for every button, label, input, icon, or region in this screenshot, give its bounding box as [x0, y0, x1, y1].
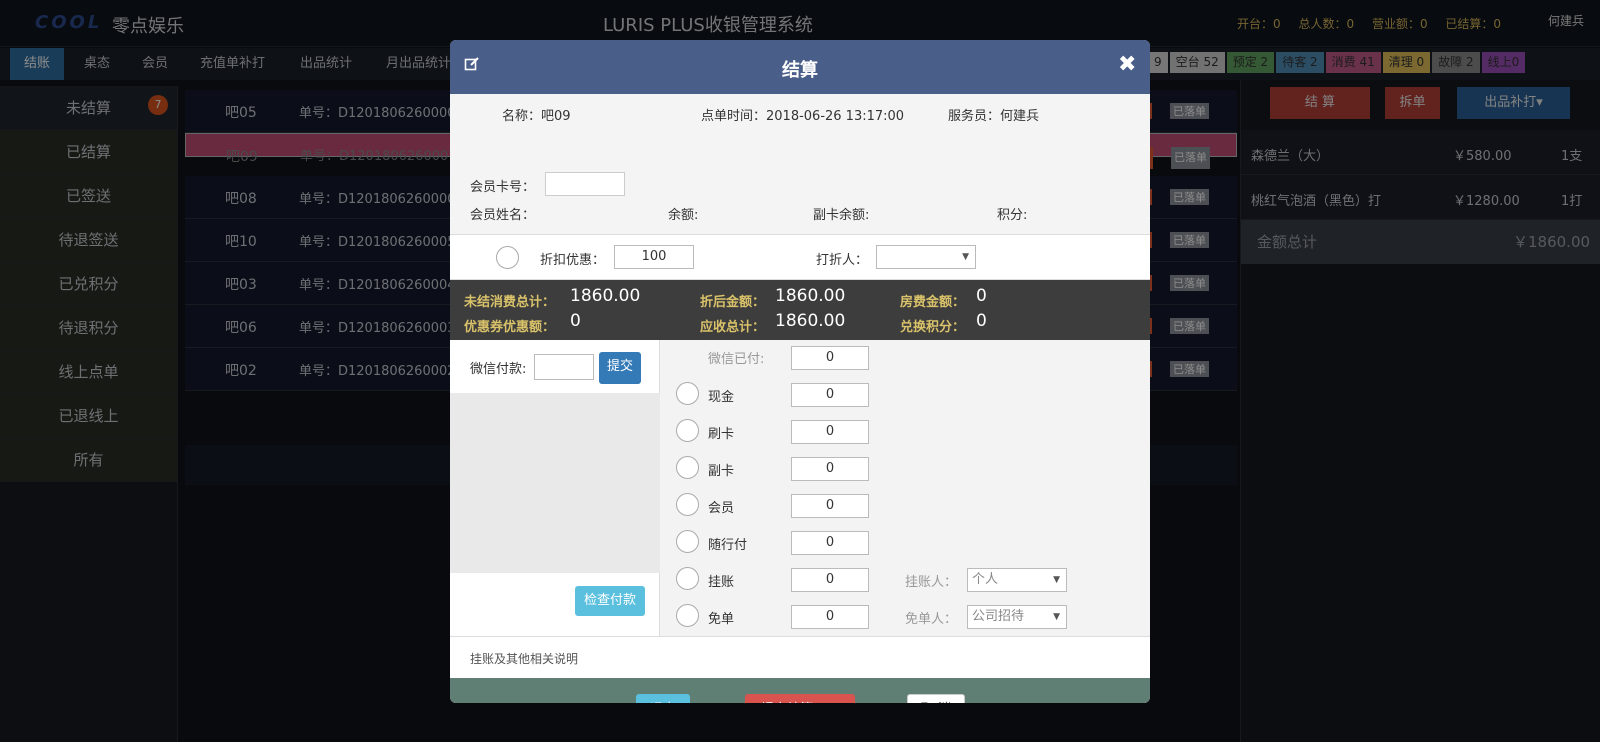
credit-person-label: 挂账人： — [905, 575, 958, 590]
modal-title: 结算 — [782, 60, 818, 81]
discounted-amount-value: 1860.00 — [775, 286, 846, 306]
coupon-discount-value: 0 — [570, 311, 581, 331]
balance-label: 余额: — [668, 208, 699, 223]
member-card-input[interactable] — [545, 172, 625, 196]
free-radio[interactable] — [676, 604, 699, 627]
member-card-label: 会员卡号： — [470, 180, 536, 195]
redeem-points-value: 0 — [976, 311, 987, 331]
chevron-down-icon: ▼ — [1053, 612, 1060, 622]
credit-person-select[interactable]: 个人 ▼ — [967, 568, 1067, 592]
remark-area[interactable]: 挂账及其他相关说明 — [450, 636, 1150, 678]
cash-radio[interactable] — [676, 382, 699, 405]
summary-panel: 未结消费总计： 1860.00 折后金额： 1860.00 房费金额： 0 优惠… — [450, 280, 1150, 340]
waiter-name: 服务员：何建兵 — [948, 109, 1040, 124]
suixingfu-label: 随行付 — [708, 538, 748, 553]
member-name-label: 会员姓名： — [470, 208, 536, 223]
discount-label: 折扣优惠： — [540, 253, 606, 268]
card-radio[interactable] — [676, 419, 699, 442]
sub-card-input[interactable]: 0 — [791, 457, 869, 481]
return-card-button[interactable]: 退卡 — [636, 694, 690, 703]
unsettled-total-value: 1860.00 — [570, 286, 641, 306]
free-person-value: 公司招待 — [972, 609, 1025, 624]
wechat-pay-panel: 微信付款: 提交 检查付款 — [450, 340, 660, 636]
close-icon[interactable]: ✖ — [1118, 52, 1136, 77]
wechat-submit-button[interactable]: 提交 — [599, 352, 641, 384]
wechat-qr-area — [450, 393, 660, 573]
free-person-label: 免单人： — [905, 612, 958, 627]
card-label: 刷卡 — [708, 427, 735, 442]
coupon-discount-label: 优惠券优惠额： — [464, 320, 556, 335]
suixingfu-radio[interactable] — [676, 530, 699, 553]
modal-footer: 退卡 提交结算(F8) 取 消 — [450, 678, 1150, 703]
cash-label: 现金 — [708, 390, 735, 405]
payment-panel: 微信付款: 提交 检查付款 微信已付: 0 现金 0 刷卡 0 副卡 0 会员 … — [450, 340, 1150, 636]
free-input[interactable]: 0 — [791, 605, 869, 629]
chevron-down-icon: ▼ — [1053, 575, 1060, 585]
card-input[interactable]: 0 — [791, 420, 869, 444]
discount-radio[interactable] — [496, 246, 519, 269]
sub-card-label: 副卡 — [708, 464, 735, 479]
remark-placeholder: 挂账及其他相关说明 — [470, 652, 579, 666]
discounted-amount-label: 折后金额： — [700, 295, 766, 310]
credit-radio[interactable] — [676, 567, 699, 590]
order-info: 名称：吧09 点单时间：2018-06-26 13:17:00 服务员：何建兵 … — [450, 94, 1150, 234]
submit-settlement-button[interactable]: 提交结算(F8) — [745, 694, 855, 703]
receivable-total-value: 1860.00 — [775, 311, 846, 331]
points-label: 积分: — [997, 208, 1028, 223]
check-payment-button[interactable]: 检查付款 — [575, 586, 645, 616]
room-fee-label: 房费金额： — [900, 295, 966, 310]
discount-person-label: 打折人： — [816, 253, 869, 268]
order-time: 点单时间：2018-06-26 13:17:00 — [701, 109, 905, 124]
cash-input[interactable]: 0 — [791, 383, 869, 407]
cancel-button[interactable]: 取 消 — [907, 694, 965, 703]
table-name-info: 名称：吧09 — [502, 109, 571, 124]
suixingfu-input[interactable]: 0 — [791, 531, 869, 555]
credit-label: 挂账 — [708, 575, 735, 590]
member-input[interactable]: 0 — [791, 494, 869, 518]
wechat-pay-input[interactable] — [534, 354, 594, 380]
member-label: 会员 — [708, 501, 735, 516]
wechat-paid-label: 微信已付: — [708, 352, 765, 367]
discount-input[interactable]: 100 — [614, 245, 694, 269]
receivable-total-label: 应收总计： — [700, 320, 766, 335]
sub-card-radio[interactable] — [676, 456, 699, 479]
free-label: 免单 — [708, 612, 735, 627]
credit-input[interactable]: 0 — [791, 568, 869, 592]
discount-row: 折扣优惠： 100 打折人： ▼ — [450, 234, 1150, 280]
settlement-modal: 结算 ✖ 名称：吧09 点单时间：2018-06-26 13:17:00 服务员… — [450, 40, 1150, 703]
credit-person-value: 个人 — [972, 572, 999, 587]
discount-person-select[interactable]: ▼ — [876, 245, 976, 269]
modal-header: 结算 ✖ — [450, 40, 1150, 94]
member-radio[interactable] — [676, 493, 699, 516]
wechat-pay-label: 微信付款: — [470, 362, 527, 377]
chevron-down-icon: ▼ — [962, 252, 969, 262]
wechat-paid-value: 0 — [791, 346, 869, 370]
unsettled-total-label: 未结消费总计： — [464, 295, 556, 310]
room-fee-value: 0 — [976, 286, 987, 306]
sub-card-balance-label: 副卡余额: — [813, 208, 870, 223]
free-person-select[interactable]: 公司招待 ▼ — [967, 605, 1067, 629]
redeem-points-label: 兑换积分： — [900, 320, 966, 335]
